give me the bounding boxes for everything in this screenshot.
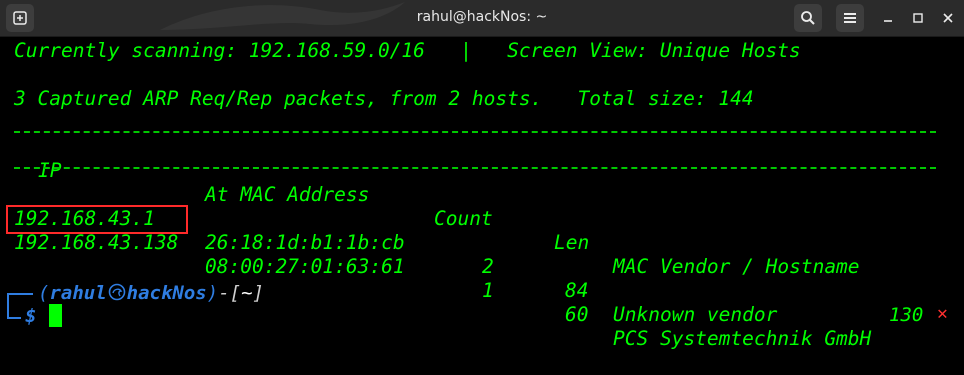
header-ip: IP xyxy=(38,159,62,182)
prompt-user: rahul xyxy=(49,282,107,304)
row-ip: 192.168.43.138 xyxy=(14,231,179,254)
close-button[interactable] xyxy=(934,4,962,32)
table-row: 192.168.43.1 26:18:1d:b1:1b:cb 2 84 Unkn… xyxy=(0,183,964,326)
minimize-icon xyxy=(884,20,892,22)
highlight-annotation-box xyxy=(6,205,188,234)
exit-code: 130 xyxy=(889,304,924,326)
kali-skull-icon xyxy=(108,283,126,301)
prompt-separator: -[ xyxy=(218,282,242,304)
scan-summary-line: 3 Captured ARP Req/Rep packets, from 2 h… xyxy=(14,87,754,110)
search-icon xyxy=(801,11,815,25)
hamburger-menu-icon xyxy=(844,13,856,23)
prompt-host: hackNos xyxy=(126,282,207,304)
terminal-cursor xyxy=(49,304,62,327)
header-vendor: MAC Vendor / Hostname xyxy=(613,255,860,278)
row-count: 2 xyxy=(482,255,494,278)
header-len: Len xyxy=(554,231,590,254)
table-divider-top xyxy=(14,131,936,133)
row-len: 84 xyxy=(565,279,589,302)
maximize-button[interactable] xyxy=(904,4,932,32)
close-icon xyxy=(943,13,953,23)
scan-status-line: Currently scanning: 192.168.59.0/16 | Sc… xyxy=(14,39,801,62)
maximize-icon xyxy=(913,13,923,23)
menu-button[interactable] xyxy=(836,4,864,32)
row-vendor: Unknown vendor xyxy=(613,303,778,326)
title-bar: rahul@hackNos: ~ xyxy=(0,0,964,37)
row-len: 60 xyxy=(565,303,589,326)
table-header: IP At MAC Address Count Len MAC Vendor /… xyxy=(0,135,964,278)
search-button[interactable] xyxy=(794,4,822,32)
minimize-button[interactable] xyxy=(874,4,902,32)
table-divider-bottom xyxy=(14,167,936,169)
terminal-window: rahul@hackNos: ~ Currently scanning: 192… xyxy=(0,0,964,350)
prompt-bracket-bottom xyxy=(7,317,21,319)
row-count: 1 xyxy=(482,279,494,302)
prompt-open-paren: ( xyxy=(38,282,50,304)
prompt-close-paren: ) xyxy=(206,282,219,304)
prompt-path-close: ] xyxy=(252,282,264,304)
prompt-path: ~ xyxy=(241,282,253,304)
prompt-symbol: $ xyxy=(25,305,37,327)
row-vendor: PCS Systemtechnik GmbH xyxy=(613,327,872,350)
row-mac: 26:18:1d:b1:1b:cb xyxy=(205,231,405,254)
row-mac: 08:00:27:01:63:61 xyxy=(205,255,405,278)
error-x-icon: ✕ xyxy=(937,303,948,324)
prompt-line: (rahul hackNos)-[~] xyxy=(38,282,264,304)
